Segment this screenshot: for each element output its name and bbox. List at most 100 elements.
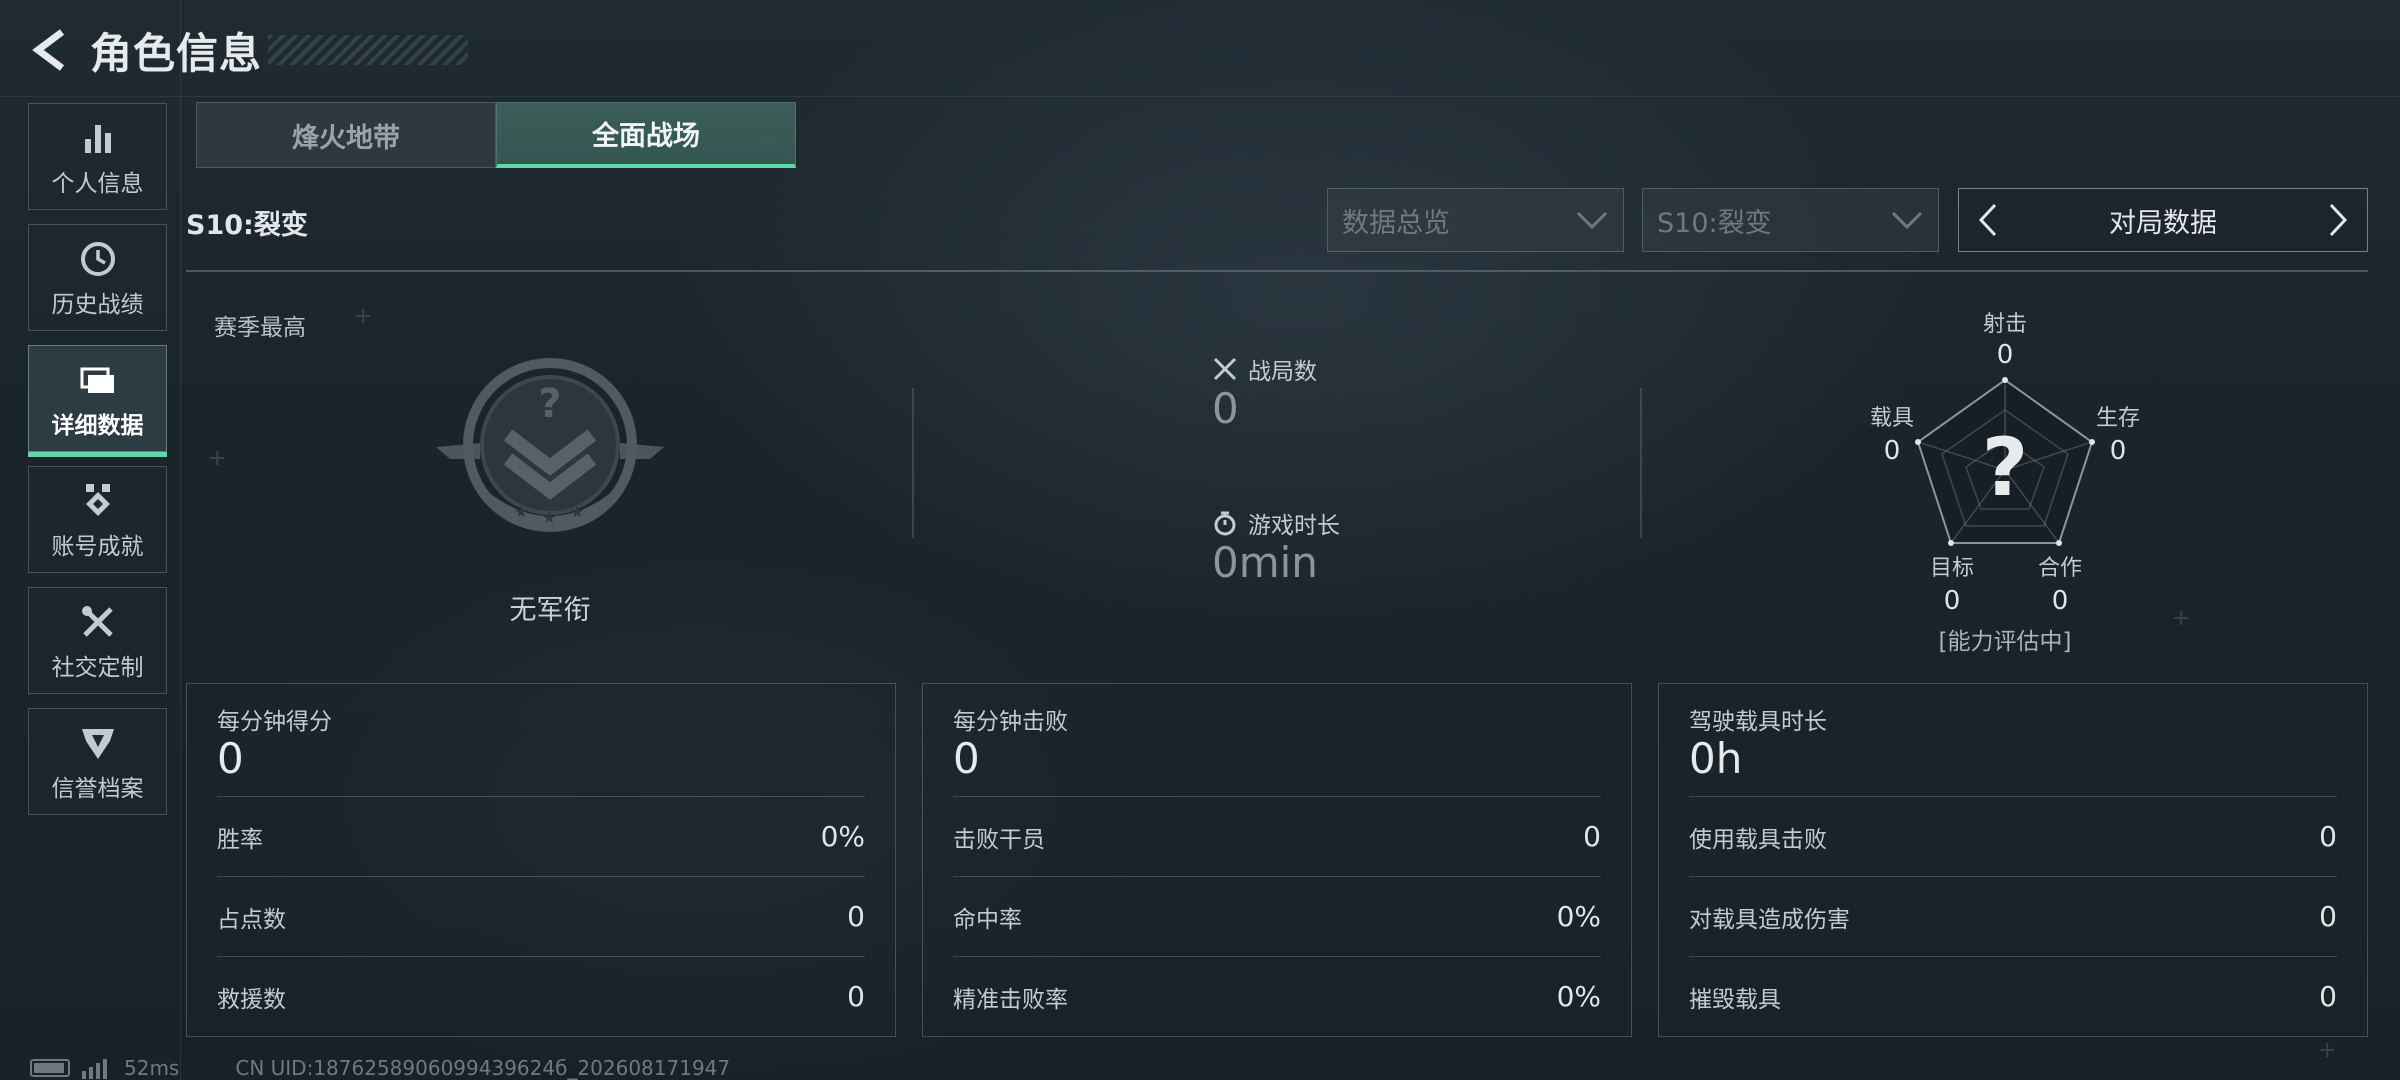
- season-high-label: 赛季最高: [214, 315, 306, 341]
- previous-button[interactable]: [1971, 195, 2005, 245]
- back-button[interactable]: [28, 25, 72, 75]
- card-title: 每分钟得分: [217, 709, 332, 735]
- radar-label-shooting: 射击: [1982, 312, 2027, 337]
- column-divider: [1640, 388, 1642, 538]
- card-rows: 使用载具击败 0 对载具造成伤害 0 摧毁载具 0: [1689, 796, 2337, 1036]
- stat-row: 胜率 0%: [217, 796, 865, 876]
- card-rows: 胜率 0% 占点数 0 救援数 0: [217, 796, 865, 1036]
- playtime-label: 游戏时长: [1248, 513, 1340, 539]
- sidebar-item-label: 社交定制: [51, 654, 144, 681]
- radar-label-objective: 目标: [1929, 556, 1974, 581]
- svg-text:★: ★: [570, 502, 584, 521]
- sidebar-item-detailed-data[interactable]: 详细数据: [28, 345, 167, 457]
- stat-row: 命中率 0%: [953, 876, 1601, 956]
- stat-row-value: 0: [2319, 980, 2337, 1013]
- stat-row-value: 0: [847, 900, 865, 933]
- next-button[interactable]: [2321, 195, 2355, 245]
- radar-center-symbol: ?: [1981, 421, 2029, 514]
- tab-all-out-warfare[interactable]: 全面战场: [496, 102, 796, 168]
- stat-row-label: 救援数: [217, 986, 286, 1013]
- card-title: 驾驶载具时长: [1689, 709, 1827, 735]
- background-line: [180, 0, 181, 1080]
- ping-value: 52ms: [124, 1056, 180, 1080]
- card-main-value: 0h: [1689, 734, 1743, 783]
- radar-value-objective: 0: [1943, 586, 1961, 616]
- battles-label-row: 战局数: [1212, 352, 1317, 386]
- stopwatch-icon: [1212, 510, 1238, 536]
- plus-decoration: +: [354, 304, 373, 329]
- plus-decoration: +: [2318, 1038, 2337, 1063]
- season-dropdown[interactable]: S10:裂变: [1642, 188, 1939, 252]
- playtime-value: 0min: [1212, 538, 1318, 587]
- sidebar-item-personal-info[interactable]: 个人信息: [28, 103, 167, 210]
- svg-text:?: ?: [538, 381, 561, 427]
- season-dropdown-value: S10:裂变: [1657, 207, 1772, 239]
- sidebar: 个人信息 历史战绩 详细数据 账号成就 社交定制 信誉档案: [28, 103, 167, 829]
- plus-decoration: +: [2172, 606, 2191, 631]
- tab-firezone[interactable]: 烽火地带: [196, 102, 496, 168]
- stat-row-value: 0%: [1556, 900, 1601, 933]
- section-divider: [186, 270, 2368, 272]
- radar-label-teamwork: 合作: [2037, 556, 2082, 581]
- mode-tabs: 烽火地带 全面战场: [196, 102, 796, 168]
- card-rows: 击败干员 0 命中率 0% 精准击败率 0%: [953, 796, 1601, 1036]
- sidebar-item-label: 详细数据: [51, 412, 144, 439]
- stat-row-value: 0: [2319, 820, 2337, 853]
- stat-row-value: 0%: [1556, 980, 1601, 1013]
- page-title: 角色信息: [90, 28, 263, 78]
- rank-name: 无军衔: [509, 595, 591, 626]
- shield-icon: [80, 721, 116, 765]
- match-data-label: 对局数据: [2109, 207, 2217, 239]
- sidebar-item-achievements[interactable]: 账号成就: [28, 466, 167, 573]
- uid-text: CN UID:1876258906099439624б_202608171947: [235, 1056, 731, 1080]
- sidebar-item-label: 个人信息: [51, 170, 144, 197]
- stat-row-label: 命中率: [953, 906, 1022, 933]
- chevron-right-icon: [2329, 203, 2348, 237]
- chevron-down-icon: [1576, 211, 1608, 230]
- background-line: [0, 96, 2400, 97]
- title-decoration: [268, 35, 469, 65]
- battery-icon: [30, 1059, 70, 1077]
- stat-row-label: 摧毁载具: [1689, 986, 1781, 1013]
- stat-card-kills: 每分钟击败 0 击败干员 0 命中率 0% 精准击败率 0%: [922, 683, 1632, 1037]
- crossed-swords-icon: [1212, 356, 1238, 382]
- season-label: S10:裂变: [186, 210, 308, 241]
- column-divider: [912, 388, 914, 538]
- sidebar-item-social[interactable]: 社交定制: [28, 587, 167, 694]
- bar-chart-icon: [81, 116, 115, 160]
- chevron-down-icon: [1891, 211, 1923, 230]
- folder-icon: [80, 358, 116, 402]
- card-main-value: 0: [217, 734, 244, 783]
- stat-row: 击败干员 0: [953, 796, 1601, 876]
- stat-row: 摧毁载具 0: [1689, 956, 2337, 1036]
- radar-value-vehicle: 0: [1883, 436, 1901, 466]
- stat-row: 使用载具击败 0: [1689, 796, 2337, 876]
- plus-decoration: +: [208, 446, 227, 471]
- stat-card-score: 每分钟得分 0 胜率 0% 占点数 0 救援数 0: [186, 683, 896, 1037]
- radar-value-shooting: 0: [1996, 340, 2014, 370]
- svg-text:★: ★: [542, 508, 556, 527]
- stat-row-label: 胜率: [217, 826, 263, 853]
- radar-label-survival: 生存: [2095, 406, 2140, 431]
- stat-row: 精准击败率 0%: [953, 956, 1601, 1036]
- stat-row-value: 0%: [820, 820, 865, 853]
- ability-radar: ? 射击 0 生存 0 合作 0 目标 0 载具 0: [1840, 300, 2170, 660]
- back-arrow-icon: [32, 29, 65, 71]
- match-data-selector: 对局数据: [1958, 188, 2368, 252]
- stat-card-vehicle: 驾驶载具时长 0h 使用载具击败 0 对载具造成伤害 0 摧毁载具 0: [1658, 683, 2368, 1037]
- playtime-label-row: 游戏时长: [1212, 506, 1340, 540]
- radar-status: [能力评估中]: [1938, 629, 2072, 655]
- radar-value-survival: 0: [2109, 436, 2127, 466]
- clock-icon: [80, 237, 116, 281]
- overview-dropdown[interactable]: 数据总览: [1327, 188, 1624, 252]
- svg-text:★: ★: [514, 502, 528, 521]
- radar-label-vehicle: 载具: [1869, 406, 1914, 431]
- sidebar-item-reputation[interactable]: 信誉档案: [28, 708, 167, 815]
- sidebar-item-history[interactable]: 历史战绩: [28, 224, 167, 331]
- card-title: 每分钟击败: [953, 709, 1068, 735]
- stat-row: 占点数 0: [217, 876, 865, 956]
- battles-value: 0: [1212, 384, 1239, 433]
- stat-row-value: 0: [847, 980, 865, 1013]
- header: 角色信息: [28, 20, 469, 80]
- stat-row: 救援数 0: [217, 956, 865, 1036]
